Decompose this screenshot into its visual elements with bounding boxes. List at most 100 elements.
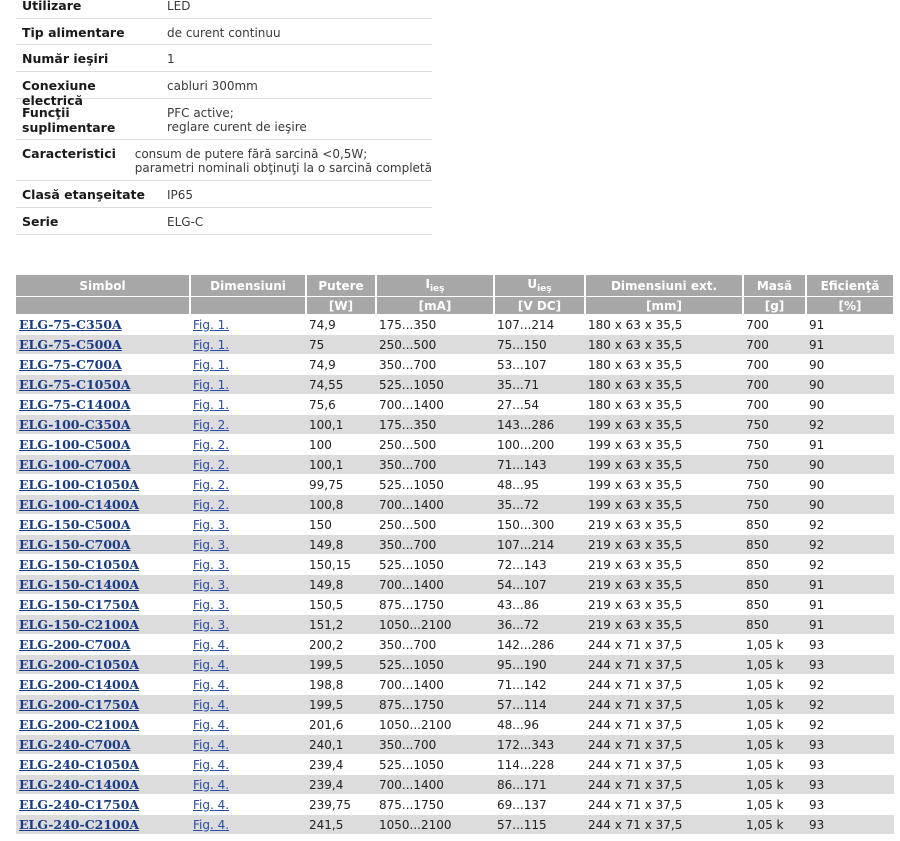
figure-link[interactable]: Fig. 4.: [193, 718, 229, 732]
figure-link[interactable]: Fig. 2.: [193, 458, 229, 472]
product-symbol-link[interactable]: ELG-100-C1400A: [19, 497, 139, 512]
product-symbol-link[interactable]: ELG-240-C1750A: [19, 797, 139, 812]
power-cell: 199,5: [306, 654, 376, 675]
mass-cell: 850: [743, 534, 806, 555]
unit-cell: [%]: [806, 296, 895, 315]
product-symbol-link[interactable]: ELG-200-C1050A: [19, 657, 139, 672]
voltage-cell: 43...86: [494, 594, 585, 615]
spec-row-utilizare: Utilizare LED: [16, 0, 432, 19]
figure-link[interactable]: Fig. 4.: [193, 758, 229, 772]
voltage-cell: 100...200: [494, 434, 585, 455]
product-symbol-link[interactable]: ELG-100-C500A: [19, 437, 130, 452]
power-cell: 100: [306, 434, 376, 455]
spec-value: ELG-C: [161, 215, 432, 234]
product-symbol-link[interactable]: ELG-100-C1050A: [19, 477, 139, 492]
figure-link[interactable]: Fig. 1.: [193, 398, 229, 412]
spec-row-serie: Serie ELG-C: [16, 208, 432, 235]
spec-label: Număr ieşiri: [22, 51, 109, 66]
figure-link[interactable]: Fig. 4.: [193, 818, 229, 832]
product-symbol-link[interactable]: ELG-200-C700A: [19, 637, 130, 652]
product-symbol-link[interactable]: ELG-100-C700A: [19, 457, 130, 472]
voltage-cell: 75...150: [494, 334, 585, 355]
mass-cell: 1,05 k: [743, 714, 806, 735]
ext-dimensions-cell: 219 x 63 x 35,5: [585, 514, 743, 535]
dimensions-link-cell: Fig. 4.: [190, 814, 306, 834]
product-symbol-link[interactable]: ELG-150-C1050A: [19, 557, 139, 572]
ext-dimensions-cell: 199 x 63 x 35,5: [585, 474, 743, 495]
spec-value: consum de putere fără sarcină <0,5W; par…: [129, 147, 432, 180]
product-symbol-link[interactable]: ELG-75-C700A: [19, 357, 122, 372]
power-cell: 239,75: [306, 794, 376, 815]
product-symbol-link[interactable]: ELG-240-C700A: [19, 737, 130, 752]
column-header-voltage: Uieş: [494, 275, 586, 297]
figure-link[interactable]: Fig. 4.: [193, 698, 229, 712]
table-row: ELG-150-C2100A Fig. 3. 151,2 1050...2100 36.…: [16, 614, 894, 635]
power-cell: 241,5: [306, 814, 376, 834]
product-symbol-link[interactable]: ELG-75-C1400A: [19, 397, 130, 412]
voltage-cell: 86...171: [494, 774, 585, 795]
figure-link[interactable]: Fig. 1.: [193, 338, 229, 352]
dimensions-link-cell: Fig. 1.: [190, 314, 306, 335]
current-cell: 250...500: [376, 334, 494, 355]
current-cell: 1050...2100: [376, 714, 494, 735]
figure-link[interactable]: Fig. 4.: [193, 798, 229, 812]
spec-value-line: IP65: [167, 188, 194, 202]
figure-link[interactable]: Fig. 3.: [193, 618, 229, 632]
dimensions-link-cell: Fig. 3.: [190, 614, 306, 635]
figure-link[interactable]: Fig. 3.: [193, 558, 229, 572]
symbol-cell: ELG-150-C1050A: [16, 554, 190, 575]
symbol-cell: ELG-75-C350A: [16, 314, 190, 335]
current-cell: 1050...2100: [376, 614, 494, 635]
table-row: ELG-100-C350A Fig. 2. 100,1 175...350 143...…: [16, 414, 894, 435]
figure-link[interactable]: Fig. 4.: [193, 738, 229, 752]
product-symbol-link[interactable]: ELG-150-C700A: [19, 537, 130, 552]
ext-dimensions-cell: 244 x 71 x 37,5: [585, 814, 743, 834]
mass-cell: 700: [743, 314, 806, 335]
table-row: ELG-240-C1050A Fig. 4. 239,4 525...1050 114.…: [16, 754, 894, 775]
table-row: ELG-150-C700A Fig. 3. 149,8 350...700 107...…: [16, 534, 894, 555]
power-cell: 74,9: [306, 314, 376, 335]
ext-dimensions-cell: 244 x 71 x 37,5: [585, 774, 743, 795]
figure-link[interactable]: Fig. 3.: [193, 598, 229, 612]
product-symbol-link[interactable]: ELG-100-C350A: [19, 417, 130, 432]
voltage-cell: 57...114: [494, 694, 585, 715]
figure-link[interactable]: Fig. 4.: [193, 778, 229, 792]
figure-link[interactable]: Fig. 3.: [193, 518, 229, 532]
efficiency-cell: 93: [806, 734, 894, 755]
product-symbol-link[interactable]: ELG-200-C2100A: [19, 717, 139, 732]
product-symbol-link[interactable]: ELG-75-C1050A: [19, 377, 130, 392]
figure-link[interactable]: Fig. 4.: [193, 638, 229, 652]
efficiency-cell: 92: [806, 674, 894, 695]
figure-link[interactable]: Fig. 3.: [193, 538, 229, 552]
symbol-cell: ELG-150-C1400A: [16, 574, 190, 595]
figure-link[interactable]: Fig. 1.: [193, 378, 229, 392]
product-symbol-link[interactable]: ELG-240-C1400A: [19, 777, 139, 792]
current-cell: 350...700: [376, 734, 494, 755]
symbol-cell: ELG-75-C1400A: [16, 394, 190, 415]
figure-link[interactable]: Fig. 4.: [193, 658, 229, 672]
figure-link[interactable]: Fig. 2.: [193, 478, 229, 492]
figure-link[interactable]: Fig. 4.: [193, 678, 229, 692]
product-symbol-link[interactable]: ELG-75-C500A: [19, 337, 122, 352]
figure-link[interactable]: Fig. 1.: [193, 318, 229, 332]
figure-link[interactable]: Fig. 2.: [193, 418, 229, 432]
product-symbol-link[interactable]: ELG-200-C1750A: [19, 697, 139, 712]
product-symbol-link[interactable]: ELG-150-C1750A: [19, 597, 139, 612]
figure-link[interactable]: Fig. 1.: [193, 358, 229, 372]
product-symbol-link[interactable]: ELG-240-C1050A: [19, 757, 139, 772]
figure-link[interactable]: Fig. 3.: [193, 578, 229, 592]
ext-dimensions-cell: 180 x 63 x 35,5: [585, 334, 743, 355]
efficiency-cell: 93: [806, 774, 894, 795]
dimensions-link-cell: Fig. 3.: [190, 594, 306, 615]
spec-row-caracteristici: Caracteristici consum de putere fără sar…: [16, 140, 432, 181]
product-symbol-link[interactable]: ELG-150-C2100A: [19, 617, 139, 632]
product-symbol-link[interactable]: ELG-200-C1400A: [19, 677, 139, 692]
product-symbol-link[interactable]: ELG-150-C1400A: [19, 577, 139, 592]
figure-link[interactable]: Fig. 2.: [193, 438, 229, 452]
mass-cell: 1,05 k: [743, 674, 806, 695]
product-symbol-link[interactable]: ELG-75-C350A: [19, 317, 122, 332]
product-symbol-link[interactable]: ELG-150-C500A: [19, 517, 130, 532]
product-symbol-link[interactable]: ELG-240-C2100A: [19, 817, 139, 832]
figure-link[interactable]: Fig. 2.: [193, 498, 229, 512]
voltage-cell: 53...107: [494, 354, 585, 375]
